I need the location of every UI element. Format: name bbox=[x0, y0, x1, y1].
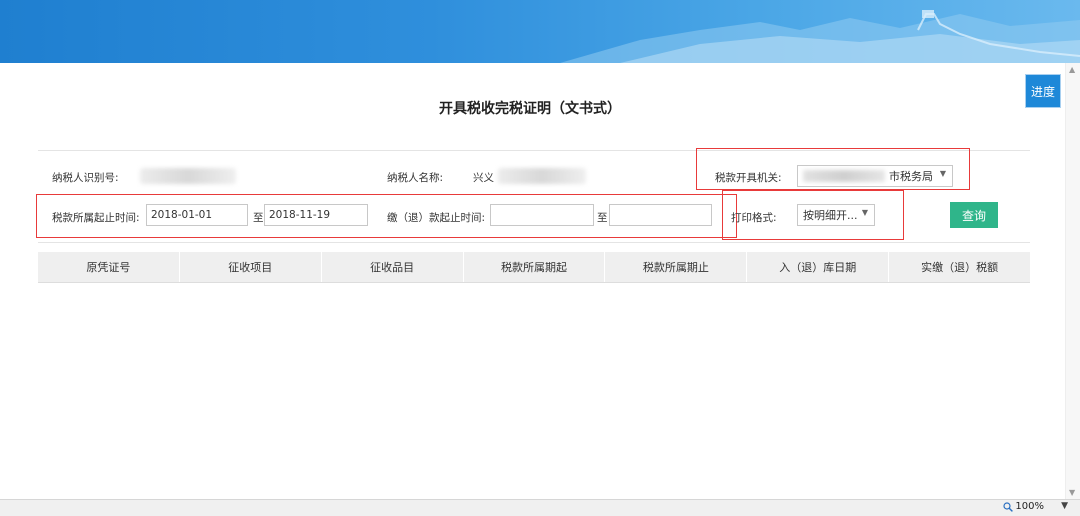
period-label: 税款所属起止时间: bbox=[52, 212, 140, 224]
column-header: 征收品目 bbox=[322, 252, 464, 282]
tax-office-value: 市税务局 bbox=[889, 170, 933, 183]
zoom-icon bbox=[1003, 501, 1014, 512]
payment-end-input[interactable] bbox=[609, 204, 712, 226]
column-header: 原凭证号 bbox=[38, 252, 180, 282]
tax-office-select[interactable]: 市税务局 ▼ bbox=[797, 165, 953, 187]
zoom-control[interactable]: 100% bbox=[1003, 501, 1044, 512]
scroll-down-icon[interactable]: ▼ bbox=[1069, 488, 1075, 497]
taxpayer-name-redacted bbox=[498, 168, 586, 184]
period-end-input[interactable] bbox=[264, 204, 368, 226]
mountain-graphic bbox=[560, 10, 1080, 63]
header-banner bbox=[0, 0, 1080, 63]
status-bar: 100% ▼ bbox=[0, 499, 1080, 516]
chevron-down-icon: ▼ bbox=[939, 169, 946, 178]
column-header: 税款所属期起 bbox=[464, 252, 606, 282]
taxpayer-name-value: 兴义 bbox=[473, 172, 494, 184]
print-format-value: 按明细开... bbox=[803, 209, 858, 222]
payment-start-input[interactable] bbox=[490, 204, 594, 226]
column-header: 征收项目 bbox=[180, 252, 322, 282]
column-header: 入（退）库日期 bbox=[747, 252, 890, 282]
vertical-scrollbar[interactable]: ▲ ▼ bbox=[1065, 63, 1080, 499]
divider bbox=[38, 242, 1030, 243]
print-format-label: 打印格式: bbox=[731, 212, 777, 224]
payment-period-label: 缴（退）款起止时间: bbox=[387, 212, 486, 224]
scroll-up-icon[interactable]: ▲ bbox=[1069, 65, 1075, 74]
divider bbox=[38, 150, 1030, 151]
period-to-label: 至 bbox=[253, 212, 264, 224]
payment-to-label: 至 bbox=[597, 212, 608, 224]
column-header: 税款所属期止 bbox=[605, 252, 748, 282]
taxpayer-id-value bbox=[140, 168, 236, 184]
results-table-header: 原凭证号 征收项目 征收品目 税款所属期起 税款所属期止 入（退）库日期 实缴（… bbox=[38, 252, 1030, 283]
tax-office-redacted bbox=[803, 170, 885, 182]
tax-office-label: 税款开具机关: bbox=[715, 172, 782, 184]
column-header: 实缴（退）税额 bbox=[921, 261, 999, 274]
print-format-select[interactable]: 按明细开... ▼ bbox=[797, 204, 875, 226]
taxpayer-id-label: 纳税人识别号: bbox=[52, 172, 119, 184]
zoom-level: 100% bbox=[1015, 501, 1044, 512]
chevron-down-icon: ▼ bbox=[861, 208, 868, 217]
taxpayer-name-label: 纳税人名称: bbox=[387, 172, 444, 184]
chevron-down-icon[interactable]: ▼ bbox=[1061, 501, 1068, 511]
page-title: 开具税收完税证明（文书式） bbox=[439, 101, 621, 117]
query-button[interactable]: 查询 bbox=[950, 202, 998, 228]
period-start-input[interactable] bbox=[146, 204, 248, 226]
